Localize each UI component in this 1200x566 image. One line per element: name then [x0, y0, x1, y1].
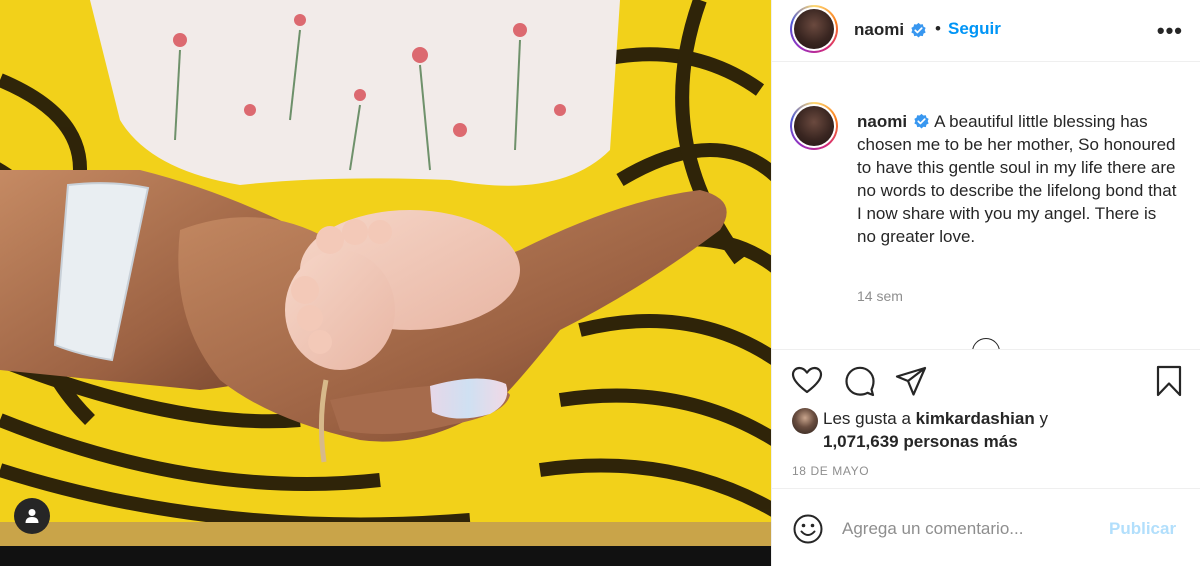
post-header: naomi • Seguir ••• [772, 0, 1200, 62]
likes-summary: Les gusta a kimkardashian y [823, 409, 1048, 429]
caption-text: A beautiful little blessing has chosen m… [857, 112, 1177, 246]
post-date[interactable]: 18 DE MAYO [792, 464, 869, 478]
author-username[interactable]: naomi [854, 20, 904, 40]
smiley-icon[interactable] [792, 513, 824, 545]
tagged-users-button[interactable] [14, 498, 50, 534]
comment-icon[interactable] [843, 364, 877, 398]
likes-joiner: y [1039, 409, 1048, 428]
add-comment-bar: Publicar [772, 488, 1200, 566]
author-avatar[interactable] [790, 5, 838, 53]
liker-username[interactable]: kimkardashian [916, 409, 1035, 428]
photo-image [0, 0, 771, 566]
caption-username[interactable]: naomi [857, 112, 907, 131]
caption-timestamp[interactable]: 14 sem [857, 288, 903, 304]
verified-badge-icon [914, 113, 929, 129]
action-bar [772, 349, 1200, 411]
post-details-panel: naomi • Seguir ••• naomi A beautiful lit… [771, 0, 1200, 566]
liker-avatar[interactable] [792, 408, 818, 434]
comments-section: naomi A beautiful little blessing has ch… [772, 62, 1200, 349]
verified-badge-icon [911, 22, 926, 38]
post-photo[interactable] [0, 0, 771, 566]
publish-comment-button[interactable]: Publicar [1109, 519, 1176, 539]
paper-plane-icon[interactable] [894, 364, 928, 398]
follow-button[interactable]: Seguir [948, 19, 1001, 39]
load-more-comments-icon[interactable] [972, 338, 1000, 349]
caption-author-avatar[interactable] [790, 102, 838, 150]
heart-icon[interactable] [790, 364, 824, 398]
post-caption: naomi A beautiful little blessing has ch… [857, 110, 1177, 248]
separator-dot: • [935, 19, 941, 38]
more-options-button[interactable]: ••• [1157, 20, 1183, 42]
user-tag-icon [25, 509, 39, 523]
bookmark-icon[interactable] [1152, 364, 1186, 398]
likes-prefix: Les gusta a [823, 409, 911, 428]
likes-count-link[interactable]: 1,071,639 personas más [823, 432, 1018, 452]
comment-input[interactable] [842, 517, 1102, 541]
